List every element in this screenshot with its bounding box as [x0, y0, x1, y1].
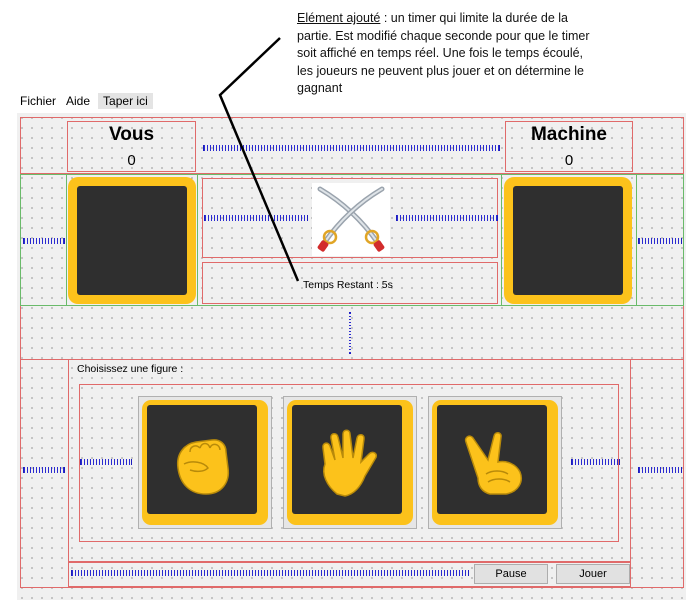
annotation-pointer-line [218, 37, 300, 282]
